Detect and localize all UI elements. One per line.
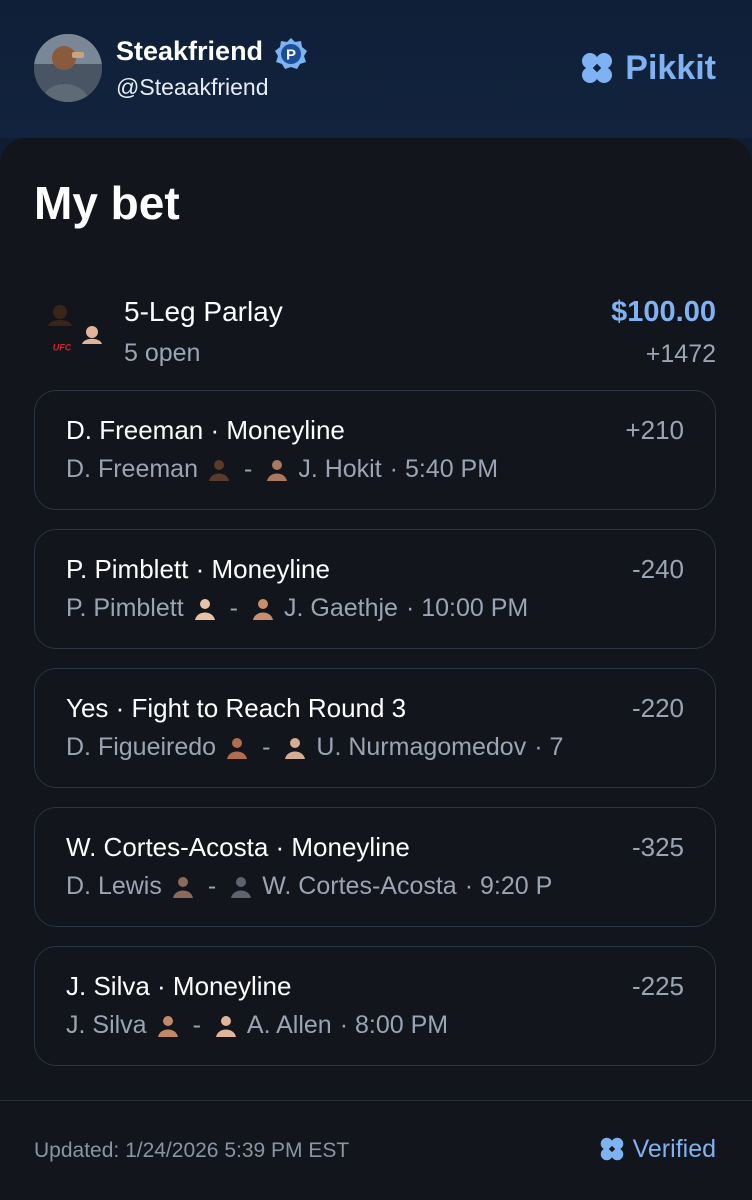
profile-header: Steakfriend P @Steaakfriend Pikkit — [0, 0, 752, 138]
user-handle: @Steaakfriend — [116, 74, 269, 100]
fighter-a: D. Lewis — [66, 872, 162, 900]
fighter-b: U. Nurmagomedov — [316, 733, 527, 761]
fighter-avatar-icon — [252, 598, 273, 620]
leg-matchup: J. Silva - A. Allen · 8:00 PM — [66, 1011, 604, 1040]
pikkit-verified-badge-icon: P — [275, 38, 307, 69]
svg-text:UFC: UFC — [53, 343, 72, 353]
leg-title: W. Cortes-Acosta · Moneyline — [66, 832, 410, 862]
event-time: · 8:00 PM — [339, 1011, 449, 1039]
vs-separator: - — [192, 1011, 201, 1039]
verified-label: Verified — [597, 1134, 716, 1164]
clover-icon — [582, 53, 613, 83]
parlay-odds: +1472 — [645, 340, 716, 368]
svg-text:P: P — [286, 47, 296, 64]
bet-leg[interactable]: J. Silva · Moneyline -225 J. Silva - A. … — [34, 946, 716, 1066]
leg-odds: -240 — [631, 554, 684, 584]
bet-card: My bet UFC 5-Leg Parlay 5 open $100.00 +… — [0, 138, 752, 1200]
vs-separator: - — [207, 872, 217, 900]
updated-timestamp: Updated: 1/24/2026 5:39 PM EST — [34, 1139, 350, 1162]
fighter-b: W. Cortes-Acosta — [262, 872, 457, 900]
fighter-avatar-icon — [267, 459, 288, 481]
event-time: · 7 — [534, 733, 564, 761]
verified-text: Verified — [632, 1134, 716, 1163]
fighter-avatar-icon — [208, 459, 229, 481]
vs-separator: - — [229, 594, 238, 622]
user-name[interactable]: Steakfriend — [116, 36, 263, 67]
fighter-b: J. Gaethje — [283, 594, 398, 622]
brand-name: Pikkit — [625, 48, 716, 87]
page-title: My bet — [34, 177, 180, 229]
placeholder-avatar-icon — [231, 876, 252, 898]
leg-odds: -225 — [631, 971, 684, 1001]
event-time: · 9:20 P — [464, 872, 553, 900]
fighter-a: J. Silva — [66, 1011, 147, 1039]
bet-leg[interactable]: P. Pimblett · Moneyline -240 P. Pimblett… — [34, 529, 716, 649]
fighter-avatar-icon — [285, 737, 306, 759]
brand-logo: Pikkit — [577, 48, 716, 88]
leg-odds: -220 — [631, 693, 684, 723]
bet-leg[interactable]: Yes · Fight to Reach Round 3 -220 D. Fig… — [34, 668, 716, 788]
clover-icon — [600, 1137, 623, 1161]
leg-matchup: P. Pimblett - J. Gaethje · 10:00 PM — [66, 594, 604, 623]
fighter-avatar-icon — [172, 876, 193, 898]
fighter-a: D. Figueiredo — [66, 733, 217, 761]
fighter-b: J. Hokit — [298, 455, 382, 483]
fighter-avatar-icon — [157, 1015, 178, 1037]
leg-title: D. Freeman · Moneyline — [66, 415, 345, 445]
vs-separator: - — [243, 455, 253, 483]
parlay-status: 5 open — [124, 339, 201, 367]
fighter-a: P. Pimblett — [66, 594, 184, 622]
bet-leg[interactable]: W. Cortes-Acosta · Moneyline -325 D. Lew… — [34, 807, 716, 927]
fighter-avatar-icon — [227, 737, 248, 759]
ufc-parlay-icon: UFC — [48, 305, 102, 353]
fighter-avatar-icon — [215, 1015, 236, 1037]
leg-odds: +210 — [625, 415, 684, 445]
avatar[interactable] — [34, 34, 102, 102]
fighter-a: D. Freeman — [66, 455, 198, 483]
event-time: · 5:40 PM — [389, 455, 499, 483]
fighter-b: A. Allen — [246, 1011, 332, 1039]
leg-title: Yes · Fight to Reach Round 3 — [66, 693, 407, 723]
footer-divider — [0, 1100, 752, 1101]
vs-separator: - — [262, 733, 271, 761]
leg-matchup: D. Figueiredo - U. Nurmagomedov · 7 — [66, 733, 604, 762]
bet-leg[interactable]: D. Freeman · Moneyline +210 D. Freeman -… — [34, 390, 716, 510]
leg-matchup: D. Lewis - W. Cortes-Acosta · 9:20 P — [66, 872, 604, 901]
parlay-name: 5-Leg Parlay — [124, 296, 283, 327]
leg-title: J. Silva · Moneyline — [66, 971, 292, 1001]
event-time: · 10:00 PM — [405, 594, 529, 622]
leg-title: P. Pimblett · Moneyline — [66, 554, 330, 584]
fighter-avatar-icon — [194, 598, 215, 620]
leg-matchup: D. Freeman - J. Hokit · 5:40 PM — [66, 455, 604, 484]
leg-odds: -325 — [631, 832, 684, 862]
parlay-stake: $100.00 — [611, 296, 716, 328]
